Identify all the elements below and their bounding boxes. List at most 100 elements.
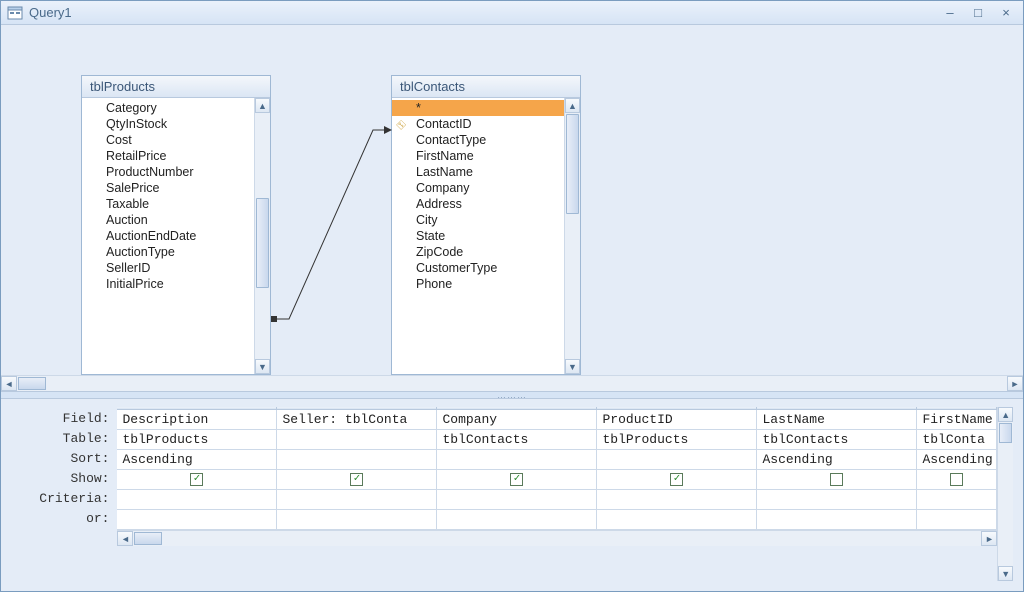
grid-cell-show[interactable] <box>757 470 917 490</box>
field-label: SellerID <box>106 261 150 275</box>
grid-v-scrollbar[interactable]: ▲ ▼ <box>997 407 1013 581</box>
grid-cell-criteria[interactable] <box>117 490 277 510</box>
scrollbar-thumb[interactable] <box>18 377 46 390</box>
grid-cell-field[interactable]: LastName <box>757 410 917 430</box>
field-item[interactable]: LastName <box>392 164 564 180</box>
grid-cell-table[interactable]: tblContacts <box>757 430 917 450</box>
grid-cell-show[interactable] <box>277 470 437 490</box>
scroll-up-icon[interactable]: ▲ <box>998 407 1013 422</box>
scroll-right-icon[interactable]: ► <box>981 531 997 546</box>
h-scrollbar-top[interactable]: ◄ ► <box>1 375 1023 391</box>
grid-cell-sort[interactable]: Ascending <box>117 450 277 470</box>
show-checkbox[interactable] <box>950 473 963 486</box>
close-button[interactable]: × <box>995 5 1017 21</box>
field-label: InitialPrice <box>106 277 164 291</box>
grid-cell-criteria[interactable] <box>597 490 757 510</box>
grid-cell-sort[interactable]: Ascending <box>917 450 997 470</box>
grid-cell-table[interactable]: tblProducts <box>117 430 277 450</box>
scroll-down-icon[interactable]: ▼ <box>565 359 580 374</box>
scroll-down-icon[interactable]: ▼ <box>255 359 270 374</box>
field-item[interactable]: City <box>392 212 564 228</box>
field-list[interactable]: CategoryQtyInStockCostRetailPriceProduct… <box>82 98 254 374</box>
field-item[interactable]: ProductNumber <box>82 164 254 180</box>
show-checkbox[interactable] <box>670 473 683 486</box>
field-item[interactable]: InitialPrice <box>82 276 254 292</box>
field-item[interactable]: ContactType <box>392 132 564 148</box>
field-item[interactable]: Phone <box>392 276 564 292</box>
field-item[interactable]: RetailPrice <box>82 148 254 164</box>
show-checkbox[interactable] <box>190 473 203 486</box>
grid-cell-or[interactable] <box>757 510 917 530</box>
grid-cell-table[interactable]: tblConta <box>917 430 997 450</box>
table-title[interactable]: tblContacts <box>392 76 580 98</box>
scrollbar-thumb[interactable] <box>134 532 162 545</box>
grid-cell-table[interactable]: tblProducts <box>597 430 757 450</box>
scroll-left-icon[interactable]: ◄ <box>1 376 17 391</box>
grid-cell-sort[interactable] <box>597 450 757 470</box>
grid-cell-or[interactable] <box>437 510 597 530</box>
grid-cell-or[interactable] <box>917 510 997 530</box>
scrollbar-thumb[interactable] <box>999 423 1012 443</box>
grid-cell-show[interactable] <box>117 470 277 490</box>
grid-cell-field[interactable]: FirstName <box>917 410 997 430</box>
grid-cell-or[interactable] <box>277 510 437 530</box>
field-item[interactable]: SalePrice <box>82 180 254 196</box>
field-item[interactable]: Address <box>392 196 564 212</box>
table-v-scrollbar[interactable]: ▲▼ <box>254 98 270 374</box>
field-item[interactable]: AuctionEndDate <box>82 228 254 244</box>
field-item[interactable]: Taxable <box>82 196 254 212</box>
scroll-up-icon[interactable]: ▲ <box>255 98 270 113</box>
restore-button[interactable]: □ <box>967 5 989 21</box>
relationship-pane[interactable]: tblProductsCategoryQtyInStockCostRetailP… <box>1 25 1023 375</box>
grid-cell-sort[interactable] <box>437 450 597 470</box>
show-checkbox[interactable] <box>350 473 363 486</box>
field-item[interactable]: Company <box>392 180 564 196</box>
grid-cell-criteria[interactable] <box>917 490 997 510</box>
field-item[interactable]: CustomerType <box>392 260 564 276</box>
show-checkbox[interactable] <box>830 473 843 486</box>
table-v-scrollbar[interactable]: ▲▼ <box>564 98 580 374</box>
grid-cell-sort[interactable]: Ascending <box>757 450 917 470</box>
field-item[interactable]: State <box>392 228 564 244</box>
pane-splitter[interactable]: ……… <box>1 391 1023 399</box>
field-item[interactable]: FirstName <box>392 148 564 164</box>
grid-cell-field[interactable]: Description <box>117 410 277 430</box>
grid-cell-field[interactable]: Company <box>437 410 597 430</box>
field-item[interactable]: AuctionType <box>82 244 254 260</box>
grid-cell-table[interactable] <box>277 430 437 450</box>
grid-cell-criteria[interactable] <box>437 490 597 510</box>
scrollbar-thumb[interactable] <box>256 198 269 288</box>
grid-cell-criteria[interactable] <box>277 490 437 510</box>
scroll-left-icon[interactable]: ◄ <box>117 531 133 546</box>
grid-cell-field[interactable]: Seller: tblConta <box>277 410 437 430</box>
field-item[interactable]: Category <box>82 100 254 116</box>
table-title[interactable]: tblProducts <box>82 76 270 98</box>
show-checkbox[interactable] <box>510 473 523 486</box>
field-item[interactable]: ZipCode <box>392 244 564 260</box>
field-item[interactable]: SellerID <box>82 260 254 276</box>
grid-cell-show[interactable] <box>917 470 997 490</box>
field-list[interactable]: *⚿ContactIDContactTypeFirstNameLastNameC… <box>392 98 564 374</box>
grid-cell-or[interactable] <box>117 510 277 530</box>
scroll-right-icon[interactable]: ► <box>1007 376 1023 391</box>
field-item[interactable]: Cost <box>82 132 254 148</box>
grid-cell-or[interactable] <box>597 510 757 530</box>
grid-cell-sort[interactable] <box>277 450 437 470</box>
grid-cell-table[interactable]: tblContacts <box>437 430 597 450</box>
table-tblContacts[interactable]: tblContacts*⚿ContactIDContactTypeFirstNa… <box>391 75 581 375</box>
grid-cell-show[interactable] <box>437 470 597 490</box>
grid-cell-field[interactable]: ProductID <box>597 410 757 430</box>
query-grid[interactable]: DescriptionSeller: tblContaCompanyProduc… <box>117 407 997 530</box>
field-item[interactable]: ⚿ContactID <box>392 116 564 132</box>
grid-cell-criteria[interactable] <box>757 490 917 510</box>
minimize-button[interactable]: – <box>939 5 961 21</box>
scrollbar-thumb[interactable] <box>566 114 579 214</box>
grid-cell-show[interactable] <box>597 470 757 490</box>
grid-h-scrollbar[interactable]: ◄ ► <box>117 530 997 546</box>
field-item[interactable]: * <box>392 100 564 116</box>
field-item[interactable]: Auction <box>82 212 254 228</box>
scroll-down-icon[interactable]: ▼ <box>998 566 1013 581</box>
field-item[interactable]: QtyInStock <box>82 116 254 132</box>
table-tblProducts[interactable]: tblProductsCategoryQtyInStockCostRetailP… <box>81 75 271 375</box>
scroll-up-icon[interactable]: ▲ <box>565 98 580 113</box>
